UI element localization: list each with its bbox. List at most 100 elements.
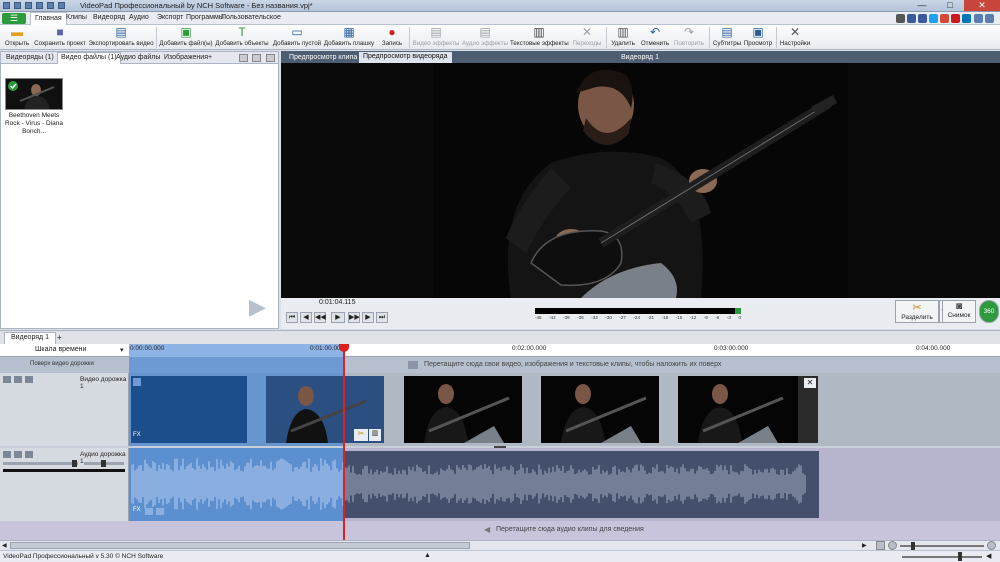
- record-button[interactable]: ● Запись: [377, 26, 407, 48]
- volume-icon[interactable]: ◀: [986, 552, 991, 560]
- tab-custom[interactable]: Пользовательское: [221, 14, 281, 21]
- fast-forward-button[interactable]: ▶▶: [348, 312, 360, 323]
- status-expand-icon[interactable]: ▲: [424, 552, 431, 559]
- maximize-button[interactable]: □: [936, 0, 964, 11]
- audio-track[interactable]: Аудио дорожка 1 FX: [0, 448, 1000, 521]
- ribbon-toggle-icon[interactable]: [985, 14, 994, 23]
- pan-handle[interactable]: [101, 460, 106, 467]
- audio-link-icon[interactable]: [156, 508, 164, 515]
- video-clip[interactable]: [541, 376, 659, 443]
- zoom-fit-icon[interactable]: [876, 541, 885, 550]
- track-collapse-icon[interactable]: [3, 451, 11, 458]
- open-button[interactable]: ▬ Открыть: [2, 26, 32, 48]
- undo-button[interactable]: ↶ Отменить: [639, 26, 671, 48]
- tab-clips[interactable]: Клипы: [66, 14, 87, 21]
- facebook-icon[interactable]: [918, 14, 927, 23]
- tab-export[interactable]: Экспорт: [157, 14, 183, 21]
- audio-drop-zone[interactable]: ◀ Перетащите сюда аудио клипы для сведен…: [0, 521, 1000, 540]
- thumbnail-view-icon[interactable]: [266, 54, 275, 62]
- twitter-icon[interactable]: [929, 14, 938, 23]
- vr-360-button[interactable]: 360: [979, 300, 999, 323]
- share-icon[interactable]: [907, 14, 916, 23]
- export-video-button[interactable]: ▤ Экспортировать видео: [88, 26, 154, 48]
- zoom-in-icon[interactable]: [987, 541, 996, 550]
- master-volume-slider[interactable]: [902, 556, 982, 558]
- zoom-handle[interactable]: [911, 542, 915, 550]
- audio-fx-label[interactable]: FX: [133, 507, 141, 513]
- info-icon[interactable]: [974, 14, 983, 23]
- linkedin-icon[interactable]: [962, 14, 971, 23]
- youtube-icon[interactable]: [951, 14, 960, 23]
- tab-video-files[interactable]: Видео файлы (1): [57, 52, 121, 64]
- volume-handle[interactable]: [72, 460, 77, 467]
- tab-images[interactable]: Изображения: [161, 53, 211, 62]
- tab-sequence-1[interactable]: Видеоряд 1: [4, 332, 56, 344]
- add-title-button[interactable]: ▦ Добавить плашку: [323, 26, 375, 48]
- add-files-button[interactable]: ▣ Добавить файл(ы): [159, 26, 213, 48]
- tab-add[interactable]: +: [205, 53, 215, 62]
- add-objects-button[interactable]: T Добавить объекты: [214, 26, 270, 48]
- tab-clip-preview[interactable]: Предпросмотр клипа: [285, 53, 361, 62]
- prev-frame-button[interactable]: ◀: [300, 312, 312, 323]
- volume-slider[interactable]: [3, 462, 78, 465]
- tab-programs[interactable]: Программы: [186, 14, 224, 21]
- audio-volume-icon[interactable]: [145, 508, 153, 515]
- add-blank-button[interactable]: ▭ Добавить пустой: [271, 26, 323, 48]
- split-clip-icon[interactable]: ✂: [354, 429, 368, 441]
- text-effects-button[interactable]: ▥ Текстовые эффекты: [510, 26, 569, 48]
- help-icon[interactable]: [896, 14, 905, 23]
- main-menu-button[interactable]: ☰: [2, 13, 26, 24]
- tab-sequences[interactable]: Видеоряды (1): [3, 53, 57, 62]
- lock-icon[interactable]: [25, 376, 33, 383]
- preview-button[interactable]: ▣ Просмотр: [743, 26, 773, 48]
- tab-sequence-preview[interactable]: Предпросмотр видеоряда: [359, 52, 452, 63]
- scroll-right-icon[interactable]: ▶: [862, 542, 867, 549]
- rewind-button[interactable]: ◀◀: [314, 312, 326, 323]
- speaker-icon[interactable]: [14, 451, 22, 458]
- delete-clip-icon[interactable]: ▥: [369, 429, 381, 441]
- video-clip[interactable]: ✂ ▥: [266, 376, 384, 443]
- go-end-button[interactable]: ⏭: [376, 312, 388, 323]
- quick-redo-icon[interactable]: [58, 2, 65, 9]
- scale-dropdown-icon[interactable]: ▾: [120, 346, 124, 354]
- bin-delete-icon[interactable]: [239, 54, 248, 62]
- settings-button[interactable]: ✕ Настройки: [779, 26, 811, 48]
- quick-undo-icon[interactable]: [47, 2, 54, 9]
- scroll-left-icon[interactable]: ◀: [2, 542, 7, 549]
- play-button[interactable]: ▶: [331, 312, 345, 323]
- video-track[interactable]: Видео дорожка 1 FX ✂ ▥ ✕: [0, 373, 1000, 446]
- timeline-scrollbar[interactable]: ◀ ▶: [0, 540, 1000, 550]
- video-clip[interactable]: FX: [131, 376, 247, 443]
- next-frame-button[interactable]: ▶: [362, 312, 374, 323]
- tab-home[interactable]: Главная: [30, 12, 67, 25]
- zoom-out-icon[interactable]: [888, 541, 897, 550]
- quick-open-icon[interactable]: [25, 2, 32, 9]
- transitions-button[interactable]: ✕ Переходы: [570, 26, 604, 48]
- split-button[interactable]: ✂ Разделить: [895, 300, 939, 323]
- transition-icon[interactable]: [133, 378, 141, 386]
- tab-audio-files[interactable]: Аудио файлы: [113, 53, 163, 62]
- track-collapse-icon[interactable]: [3, 376, 11, 383]
- snapshot-button[interactable]: ◙ Снимок: [942, 300, 976, 323]
- overlay-track[interactable]: Поверх видео дорожки Перетащите сюда сво…: [0, 357, 1000, 373]
- eye-icon[interactable]: [14, 376, 22, 383]
- video-viewport[interactable]: [281, 63, 1000, 298]
- master-volume-handle[interactable]: [958, 552, 962, 561]
- google-plus-icon[interactable]: [940, 14, 949, 23]
- save-project-button[interactable]: ■ Сохранить проект: [32, 26, 88, 48]
- video-clip[interactable]: [404, 376, 522, 443]
- tab-sequence[interactable]: Видеоряд: [93, 14, 125, 21]
- list-view-icon[interactable]: [252, 54, 261, 62]
- add-sequence-button[interactable]: +: [57, 333, 62, 342]
- go-start-button[interactable]: ⏮: [286, 312, 298, 323]
- delete-button[interactable]: ▥ Удалить: [609, 26, 637, 48]
- transition-end-icon[interactable]: ✕: [804, 378, 816, 388]
- redo-button[interactable]: ↷ Повторить: [672, 26, 706, 48]
- audio-effects-button[interactable]: ▤ Аудио эффекты: [461, 26, 509, 48]
- fx-label[interactable]: FX: [133, 432, 141, 438]
- playhead[interactable]: [343, 344, 345, 540]
- subtitles-button[interactable]: ▤ Субтитры: [712, 26, 742, 48]
- video-clip[interactable]: ✕: [678, 376, 818, 443]
- time-ruler[interactable]: Шкала времени ▾ 0:00:00.000 0:01:00.000 …: [0, 344, 1000, 357]
- video-effects-button[interactable]: ▤ Видео эффекты: [412, 26, 460, 48]
